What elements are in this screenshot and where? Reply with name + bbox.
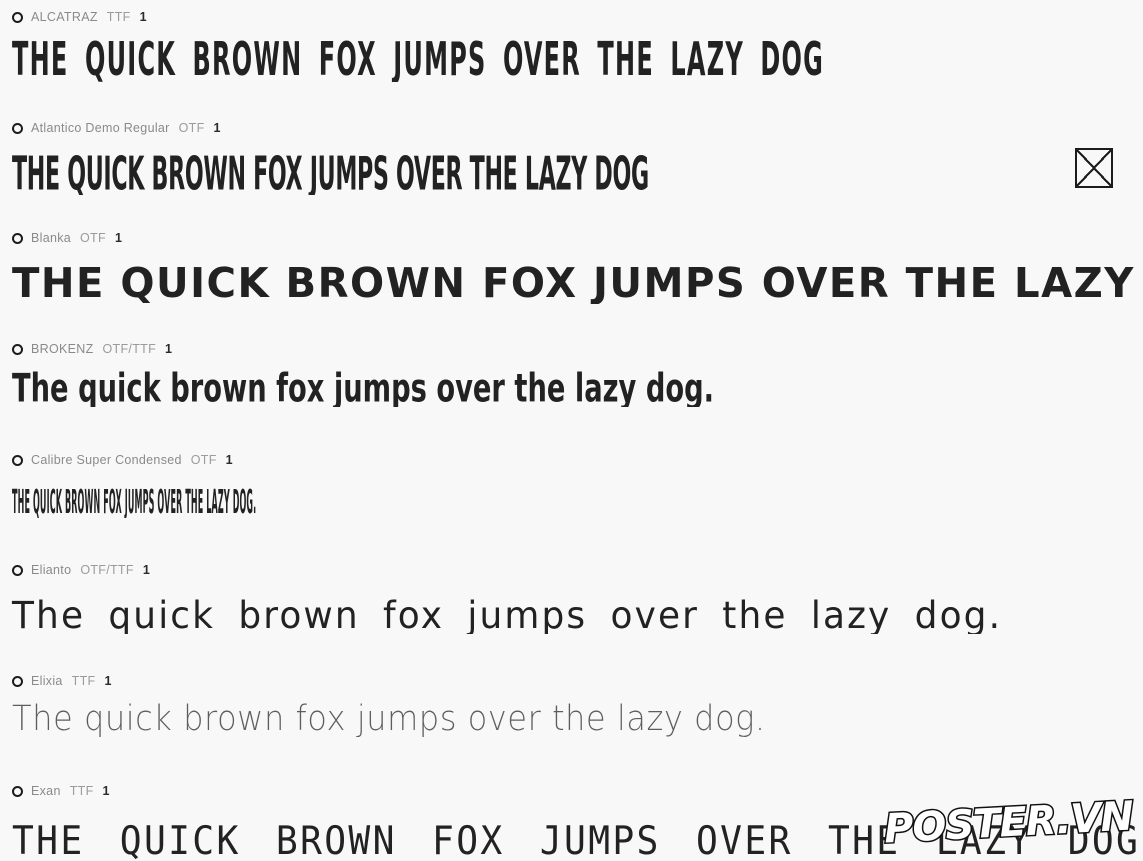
font-sample-text: The quick brown fox jumps over the lazy … [12,702,766,737]
font-count: 1 [104,674,112,688]
font-name: Exan [31,784,61,798]
missing-glyph-box-icon [1075,148,1114,188]
radio-circle-icon[interactable] [12,675,23,687]
radio-circle-icon[interactable] [12,343,23,355]
font-count: 1 [139,10,147,24]
font-name: Calibre Super Condensed [31,453,182,467]
radio-circle-icon[interactable] [12,232,23,244]
font-name: Blanka [31,231,72,245]
font-meta[interactable]: Calibre Super Condensed OTF 1 [0,451,233,469]
font-sample-row: The quick brown fox jumps over the lazy … [0,702,831,737]
font-name: Elixia [31,674,63,688]
font-sample-row: THE QUICK BROWN FOX JUMPS OVER THE LAZY … [0,812,1143,861]
font-sample-text: THE QUICK BROWN FOX JUMPS OVER THE LAZY … [12,485,257,518]
font-name: Elianto [31,563,72,577]
font-format: OTF [178,121,205,135]
font-format: OTF/TTF [102,342,157,356]
font-sample-text: THE QUICK BROWN FOX JUMPS OVER THE LAZY … [12,819,1141,861]
font-format: TTF [71,674,96,688]
font-sample-text: THE QUICK BROWN FOX JUMPS OVER THE LAZY … [12,32,825,82]
font-sample-row: THE QUICK BROWN FOX JUMPS OVER THE LAZY … [0,148,1114,195]
font-meta[interactable]: Exan TTF 1 [0,782,109,800]
font-sample-text: THE QUICK BROWN FOX JUMPS OVER THE LAZY … [12,148,649,195]
font-sample-row: THE QUICK BROWN FOX JUMPS OVER THE LAZY … [0,485,917,518]
font-sample-row: THE QUICK BROWN FOX JUMPS OVER THE LAZY … [0,263,1143,304]
font-count: 1 [142,563,150,577]
font-count: 1 [213,121,221,135]
font-format: OTF/TTF [80,563,134,577]
font-meta[interactable]: Atlantico Demo Regular OTF 1 [0,119,220,137]
font-name: Atlantico Demo Regular [31,121,170,135]
radio-circle-icon[interactable] [12,785,23,797]
font-sample-row: THE QUICK BROWN FOX JUMPS OVER THE LAZY … [0,31,1143,82]
font-sample-text: The quick brown fox jumps over the lazy … [12,370,715,407]
radio-circle-icon[interactable] [12,122,23,134]
font-meta[interactable]: Blanka OTF 1 [0,229,122,247]
font-meta[interactable]: ALCATRAZ TTF 1 [0,8,147,26]
radio-circle-icon[interactable] [12,454,23,466]
font-format: OTF [190,453,217,467]
font-name: BROKENZ [31,342,94,356]
font-count: 1 [165,342,172,356]
font-meta[interactable]: BROKENZ OTF/TTF 1 [0,340,172,358]
font-meta[interactable]: Elianto OTF/TTF 1 [0,561,150,579]
font-name: ALCATRAZ [31,10,98,24]
font-meta[interactable]: Elixia TTF 1 [0,672,111,690]
font-sample-text: THE QUICK BROWN FOX JUMPS OVER THE LAZY … [12,263,1143,304]
font-format: TTF [69,784,94,798]
font-count: 1 [102,784,110,798]
font-sample-text: The quick brown fox jumps over the lazy … [12,597,1003,634]
radio-circle-icon[interactable] [12,564,23,576]
font-format: OTF [80,231,106,245]
font-sample-row: The quick brown fox jumps over the lazy … [0,597,1033,634]
font-sample-row: The quick brown fox jumps over the lazy … [0,370,868,407]
font-count: 1 [225,453,233,467]
radio-circle-icon[interactable] [12,11,23,23]
font-format: TTF [106,10,131,24]
font-count: 1 [114,231,122,245]
